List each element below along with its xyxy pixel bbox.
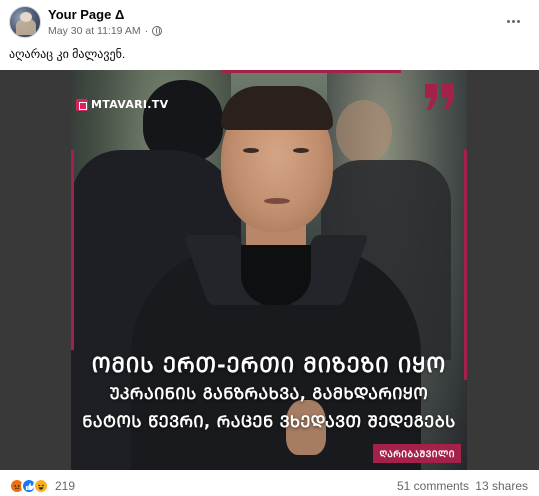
mtavari-logo-icon: [76, 98, 88, 111]
quote-icon: [425, 84, 454, 110]
news-card-image: MTAVARI.TV ᲝᲛᲘᲡ ᲔᲠᲗ-ᲔᲠᲗᲘ ᲛᲘᲖᲔᲖᲘ ᲘᲧᲝ ᲣᲙᲠᲐ…: [71, 70, 467, 470]
more-dot-icon: [511, 19, 515, 23]
speaker-shirt: [241, 245, 311, 305]
bystander-head: [336, 100, 392, 164]
post-meta: May 30 at 11:19 AM ·: [48, 25, 163, 37]
headline-line-3: ᲜᲐᲢᲝᲡ ᲬᲔᲕᲠᲘ, ᲠᲐᲪᲔᲜ ᲕᲮᲔᲓᲐᲕᲗ ᲨᲔᲓᲔᲒᲔᲑᲡ: [82, 412, 456, 431]
accent-bar-right: [464, 150, 467, 380]
globe-icon: [152, 26, 163, 36]
page-name-link[interactable]: Your Page Δ: [48, 7, 124, 22]
speaker-eye-right: [293, 148, 309, 153]
facebook-post: Your Page Δ May 30 at 11:19 AM · აღარაც …: [0, 0, 539, 496]
more-options-button[interactable]: [501, 9, 525, 33]
haha-icon: [33, 478, 49, 494]
meta-separator: ·: [144, 25, 149, 37]
speaker-name-tag: ᲦᲐᲠᲘᲑᲐᲨᲕᲘᲚᲘ: [373, 444, 461, 463]
accent-bar-top: [221, 70, 401, 73]
more-dot-icon: [506, 19, 510, 23]
more-dot-icon: [516, 19, 520, 23]
mtavari-logo: MTAVARI.TV: [76, 98, 168, 111]
page-avatar[interactable]: [9, 6, 41, 38]
post-caption: აღარაც კი მალავენ.: [9, 47, 126, 61]
reactions-summary[interactable]: 219: [9, 478, 75, 494]
speaker-eye-left: [243, 148, 259, 153]
post-photo[interactable]: MTAVARI.TV ᲝᲛᲘᲡ ᲔᲠᲗ-ᲔᲠᲗᲘ ᲛᲘᲖᲔᲖᲘ ᲘᲧᲝ ᲣᲙᲠᲐ…: [0, 70, 539, 470]
reaction-count: 219: [55, 479, 76, 493]
headline-line-2: ᲣᲙᲠᲐᲘᲜᲘᲡ ᲒᲐᲜᲖᲠᲐᲮᲕᲐ, ᲒᲐᲛᲮᲓᲐᲠᲘᲧᲝ: [109, 384, 429, 403]
comments-link[interactable]: 51 comments: [397, 479, 469, 493]
avatar-highlight: [20, 12, 32, 22]
accent-bar-left: [71, 150, 74, 350]
quote-headline: ᲝᲛᲘᲡ ᲔᲠᲗ-ᲔᲠᲗᲘ ᲛᲘᲖᲔᲖᲘ ᲘᲧᲝ ᲣᲙᲠᲐᲘᲜᲘᲡ ᲒᲐᲜᲖᲠᲐ…: [71, 350, 467, 436]
mtavari-logo-text: MTAVARI.TV: [91, 98, 169, 111]
shares-link[interactable]: 13 shares: [475, 479, 528, 493]
post-date[interactable]: May 30 at 11:19 AM: [48, 25, 141, 37]
speaker-mouth: [264, 198, 290, 204]
headline-line-1: ᲝᲛᲘᲡ ᲔᲠᲗ-ᲔᲠᲗᲘ ᲛᲘᲖᲔᲖᲘ ᲘᲧᲝ: [91, 353, 447, 377]
speaker-hair: [221, 86, 333, 130]
